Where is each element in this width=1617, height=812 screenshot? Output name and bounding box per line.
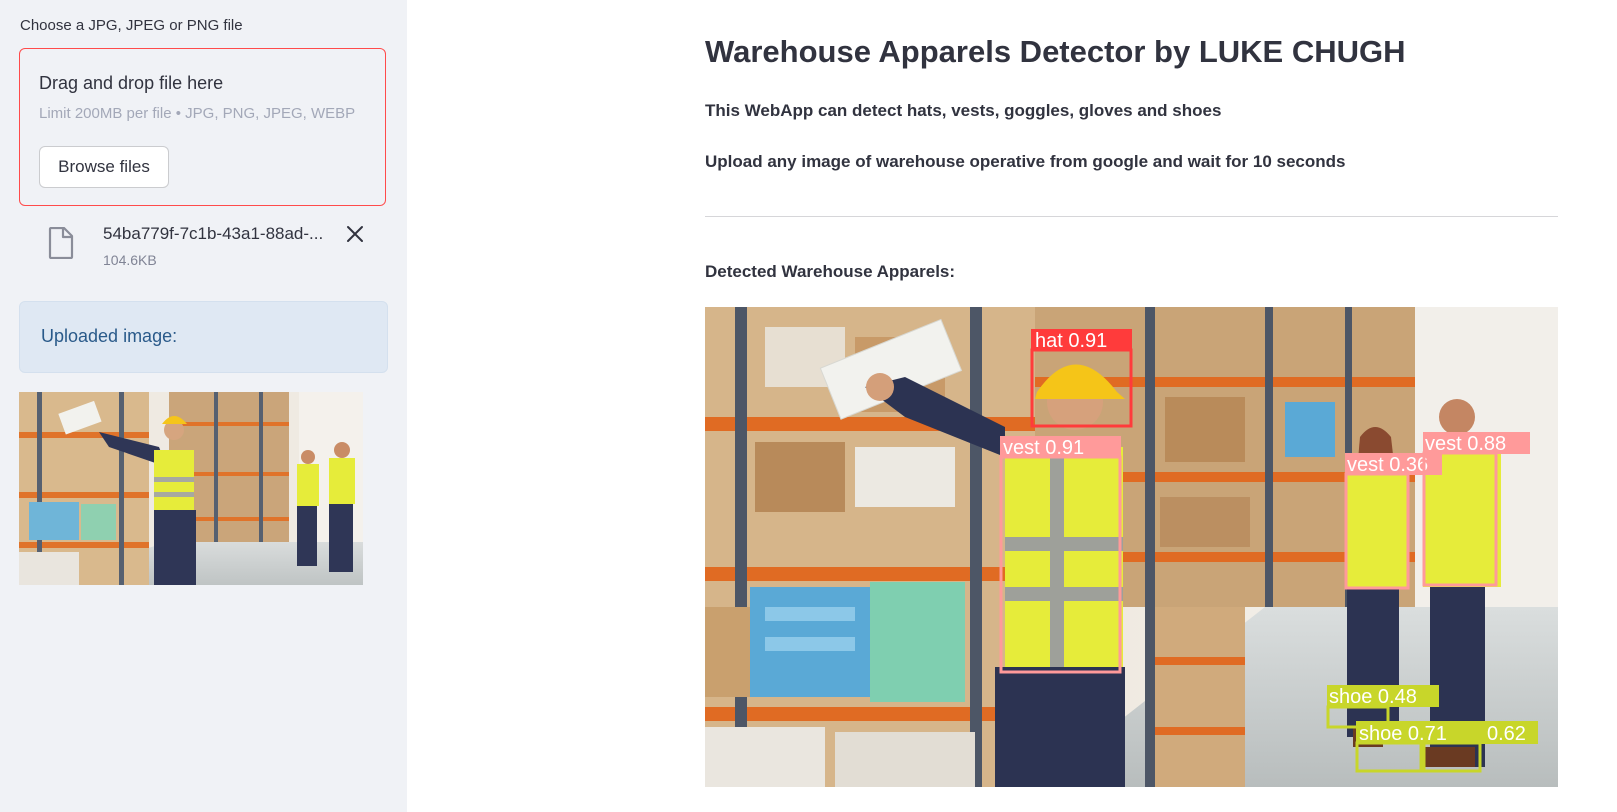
info-alert: Uploaded image: <box>19 301 388 373</box>
close-icon[interactable] <box>345 224 365 244</box>
dropzone-title: Drag and drop file here <box>39 73 224 93</box>
detection-label: vest 0.91 <box>1003 437 1084 459</box>
divider <box>705 216 1558 217</box>
detection-label: vest 0.36 <box>1347 454 1428 476</box>
uploader-label: Choose a JPG, JPEG or PNG file <box>20 17 243 34</box>
dropzone-limit: Limit 200MB per file • JPG, PNG, JPEG, W… <box>39 105 356 122</box>
file-size: 104.6KB <box>103 252 157 268</box>
browse-files-button[interactable]: Browse files <box>39 146 169 188</box>
detection-label: shoe 0.71 <box>1359 723 1447 745</box>
detection-label: vest 0.88 <box>1425 433 1506 455</box>
file-name: 54ba779f-7c1b-43a1-88ad-... <box>103 224 324 243</box>
detected-label: Detected Warehouse Apparels: <box>705 262 956 281</box>
info-text: Uploaded image: <box>41 326 178 346</box>
description-text: This WebApp can detect hats, vests, gogg… <box>705 101 1222 120</box>
uploaded-file-row: 54ba779f-7c1b-43a1-88ad-... 104.6KB <box>19 220 386 276</box>
app: Choose a JPG, JPEG or PNG file Drag and … <box>0 0 1617 812</box>
page-title: Warehouse Apparels Detector by LUKE CHUG… <box>705 34 1406 69</box>
file-dropzone[interactable]: Drag and drop file here Limit 200MB per … <box>19 48 386 206</box>
sidebar: Choose a JPG, JPEG or PNG file Drag and … <box>0 0 407 812</box>
detection-result-image: hat 0.91 vest 0.91 vest 0.36 vest 0.88 s… <box>705 307 1558 787</box>
uploaded-image-thumbnail <box>19 392 363 585</box>
detection-label: 0.62 <box>1487 723 1526 745</box>
file-icon <box>48 227 74 259</box>
instruction-text: Upload any image of warehouse operative … <box>705 152 1346 171</box>
detection-label: shoe 0.48 <box>1329 686 1417 708</box>
detection-label: hat 0.91 <box>1035 330 1107 352</box>
